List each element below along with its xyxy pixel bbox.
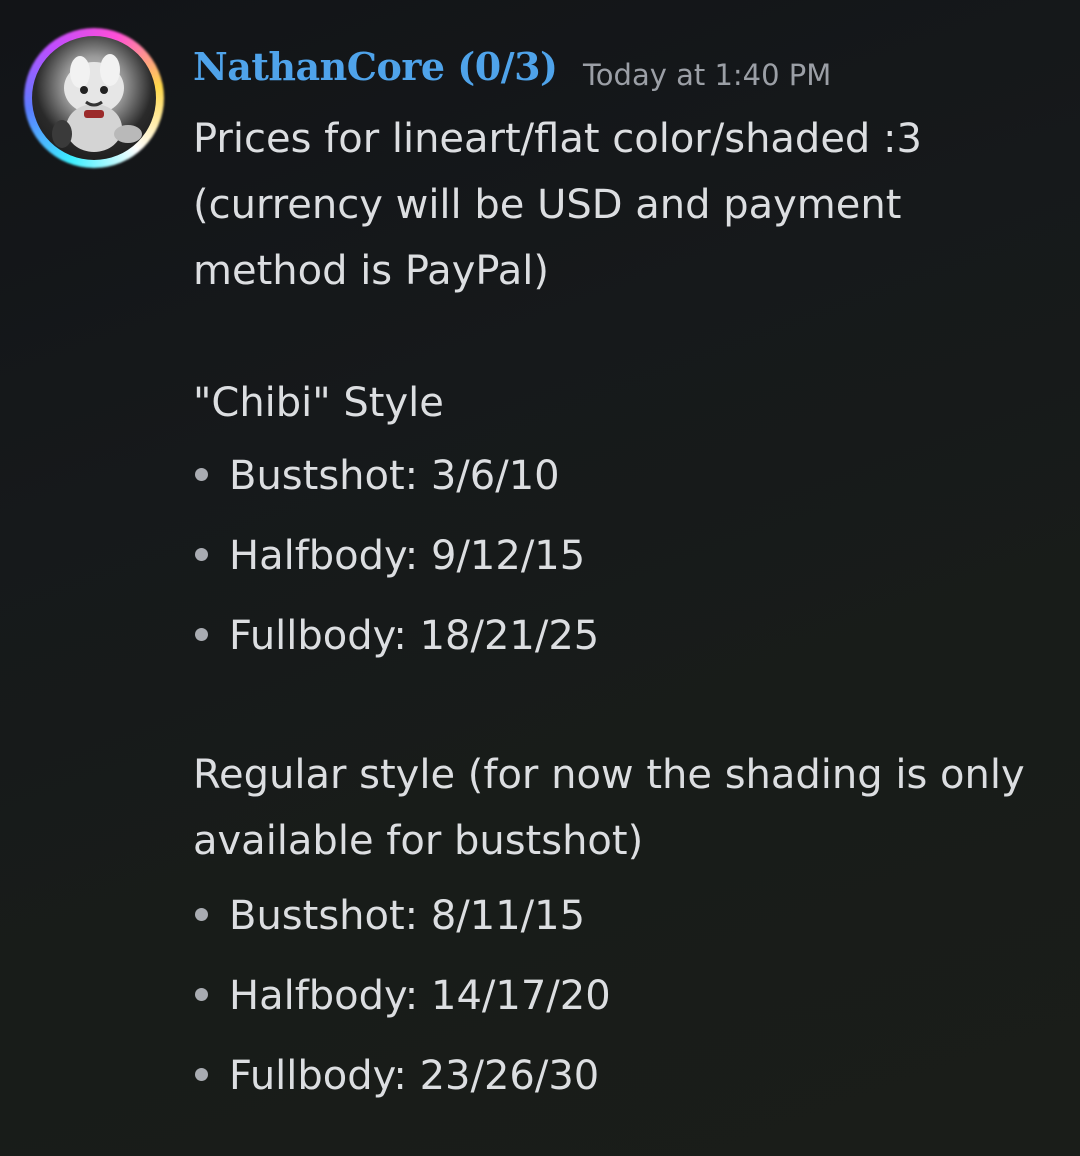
list-item: Bustshot: 8/11/15	[193, 876, 1053, 956]
section-heading: "Chibi" Style	[193, 380, 444, 426]
intro-line: method is PayPal)	[193, 248, 549, 294]
bullet-dot	[195, 1068, 208, 1081]
list-item-text: Bustshot: 8/11/15	[229, 893, 586, 939]
bullet-dot	[195, 548, 208, 561]
section-heading: Regular style (for now the shading is on…	[193, 752, 1025, 798]
bullet-dot	[195, 468, 208, 481]
avatar-character-icon	[52, 54, 142, 152]
list-item-text: Bustshot: 3/6/10	[229, 453, 560, 499]
list-item-text: Halfbody: 14/17/20	[229, 973, 611, 1019]
avatar[interactable]	[24, 28, 164, 168]
section-heading: available for bustshot)	[193, 818, 644, 864]
intro-line: (currency will be USD and payment	[193, 182, 902, 228]
intro-line: Prices for lineart/flat color/shaded :3	[193, 116, 922, 162]
price-list: Bustshot: 3/6/10 Halfbody: 9/12/15 Fullb…	[193, 436, 1053, 676]
list-item: Fullbody: 23/26/30	[193, 1036, 1053, 1116]
list-item: Bustshot: 3/6/10	[193, 436, 1053, 516]
list-item-text: Halfbody: 9/12/15	[229, 533, 586, 579]
bullet-dot	[195, 628, 208, 641]
author-username[interactable]: NathanCore (0/3)	[193, 44, 558, 89]
list-item: Halfbody: 9/12/15	[193, 516, 1053, 596]
message-content: Prices for lineart/flat color/shaded :3 …	[193, 106, 1053, 1116]
bullet-dot	[195, 988, 208, 1001]
list-item-text: Fullbody: 18/21/25	[229, 613, 600, 659]
list-item: Halfbody: 14/17/20	[193, 956, 1053, 1036]
message-timestamp[interactable]: Today at 1:40 PM	[583, 58, 831, 92]
list-item: Fullbody: 18/21/25	[193, 596, 1053, 676]
list-item-text: Fullbody: 23/26/30	[229, 1053, 600, 1099]
bullet-dot	[195, 908, 208, 921]
chat-message: NathanCore (0/3) Today at 1:40 PM Prices…	[0, 0, 1080, 1156]
avatar-image	[32, 36, 156, 160]
price-list: Bustshot: 8/11/15 Halfbody: 14/17/20 Ful…	[193, 876, 1053, 1116]
